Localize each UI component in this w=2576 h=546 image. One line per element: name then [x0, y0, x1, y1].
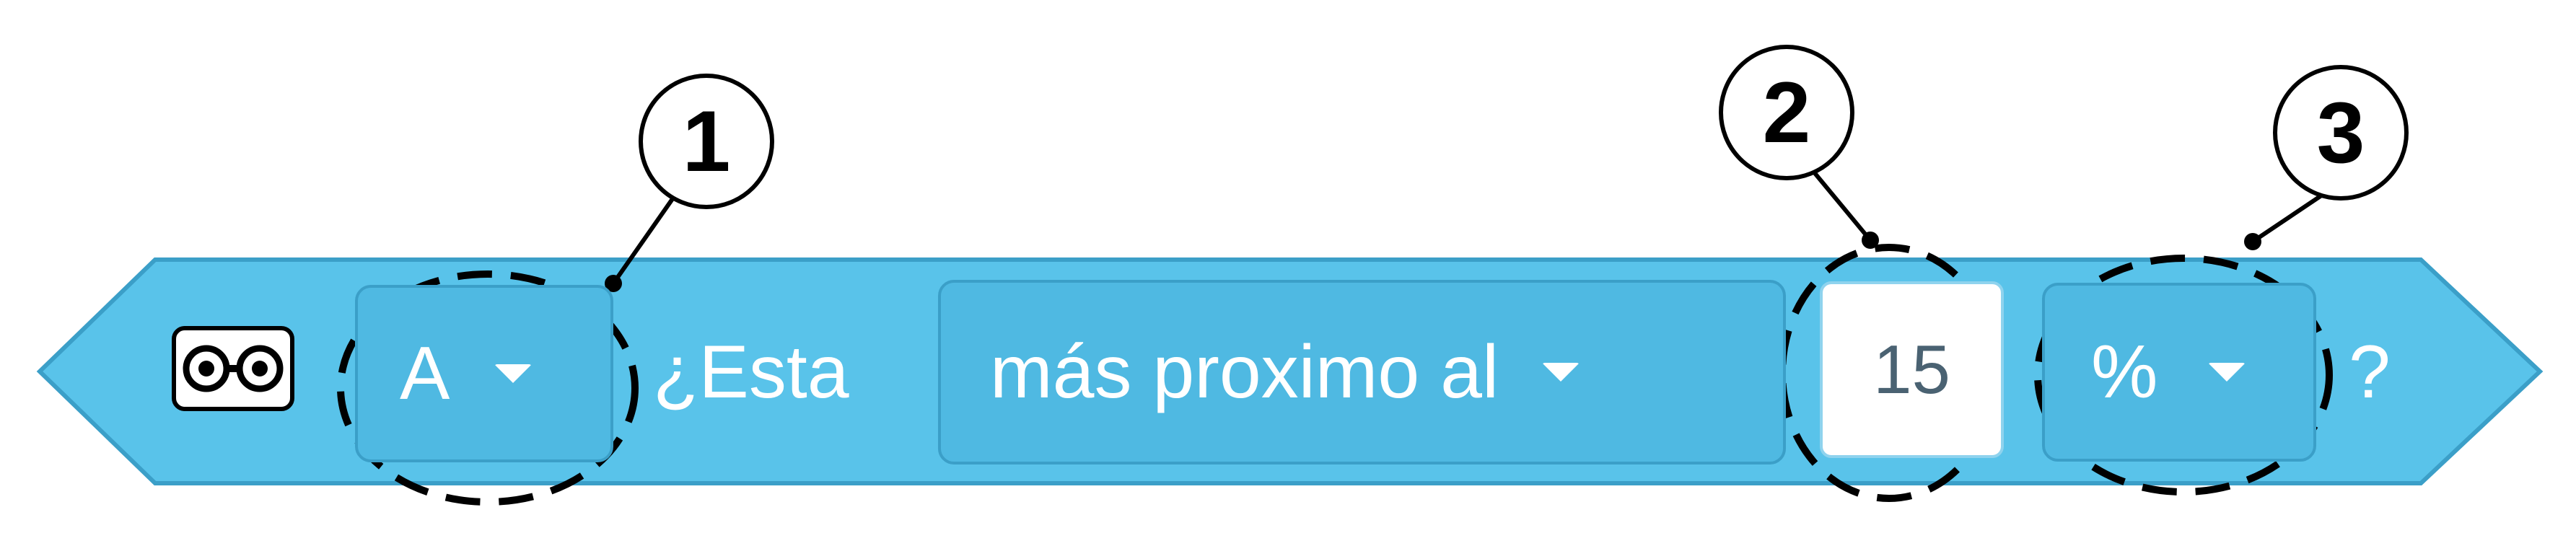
comparison-dropdown-label: más proximo al [990, 330, 1499, 414]
callout-3: 3 [2273, 65, 2409, 201]
ultrasonic-sensor-icon [172, 326, 294, 411]
callout-2: 2 [1719, 45, 1854, 180]
callout-2-number: 2 [1762, 64, 1811, 161]
port-dropdown-label: A [400, 332, 450, 415]
chevron-down-icon [2208, 363, 2246, 382]
chevron-down-icon [1542, 363, 1580, 382]
comparison-dropdown[interactable]: más proximo al [938, 280, 1786, 464]
question-prefix-text: ¿Esta [653, 330, 849, 414]
question-suffix-text: ? [2349, 330, 2391, 414]
port-dropdown[interactable]: A [355, 285, 613, 462]
chevron-down-icon [494, 364, 533, 383]
callout-1-number: 1 [682, 93, 731, 190]
unit-dropdown-label: % [2091, 330, 2158, 414]
callout-2-line [1813, 172, 1872, 242]
callout-1: 1 [639, 74, 774, 209]
callout-3-dot [2244, 233, 2261, 250]
unit-dropdown[interactable]: % [2042, 283, 2316, 462]
distance-input[interactable]: 15 [1820, 281, 2004, 458]
callout-3-number: 3 [2316, 84, 2365, 181]
